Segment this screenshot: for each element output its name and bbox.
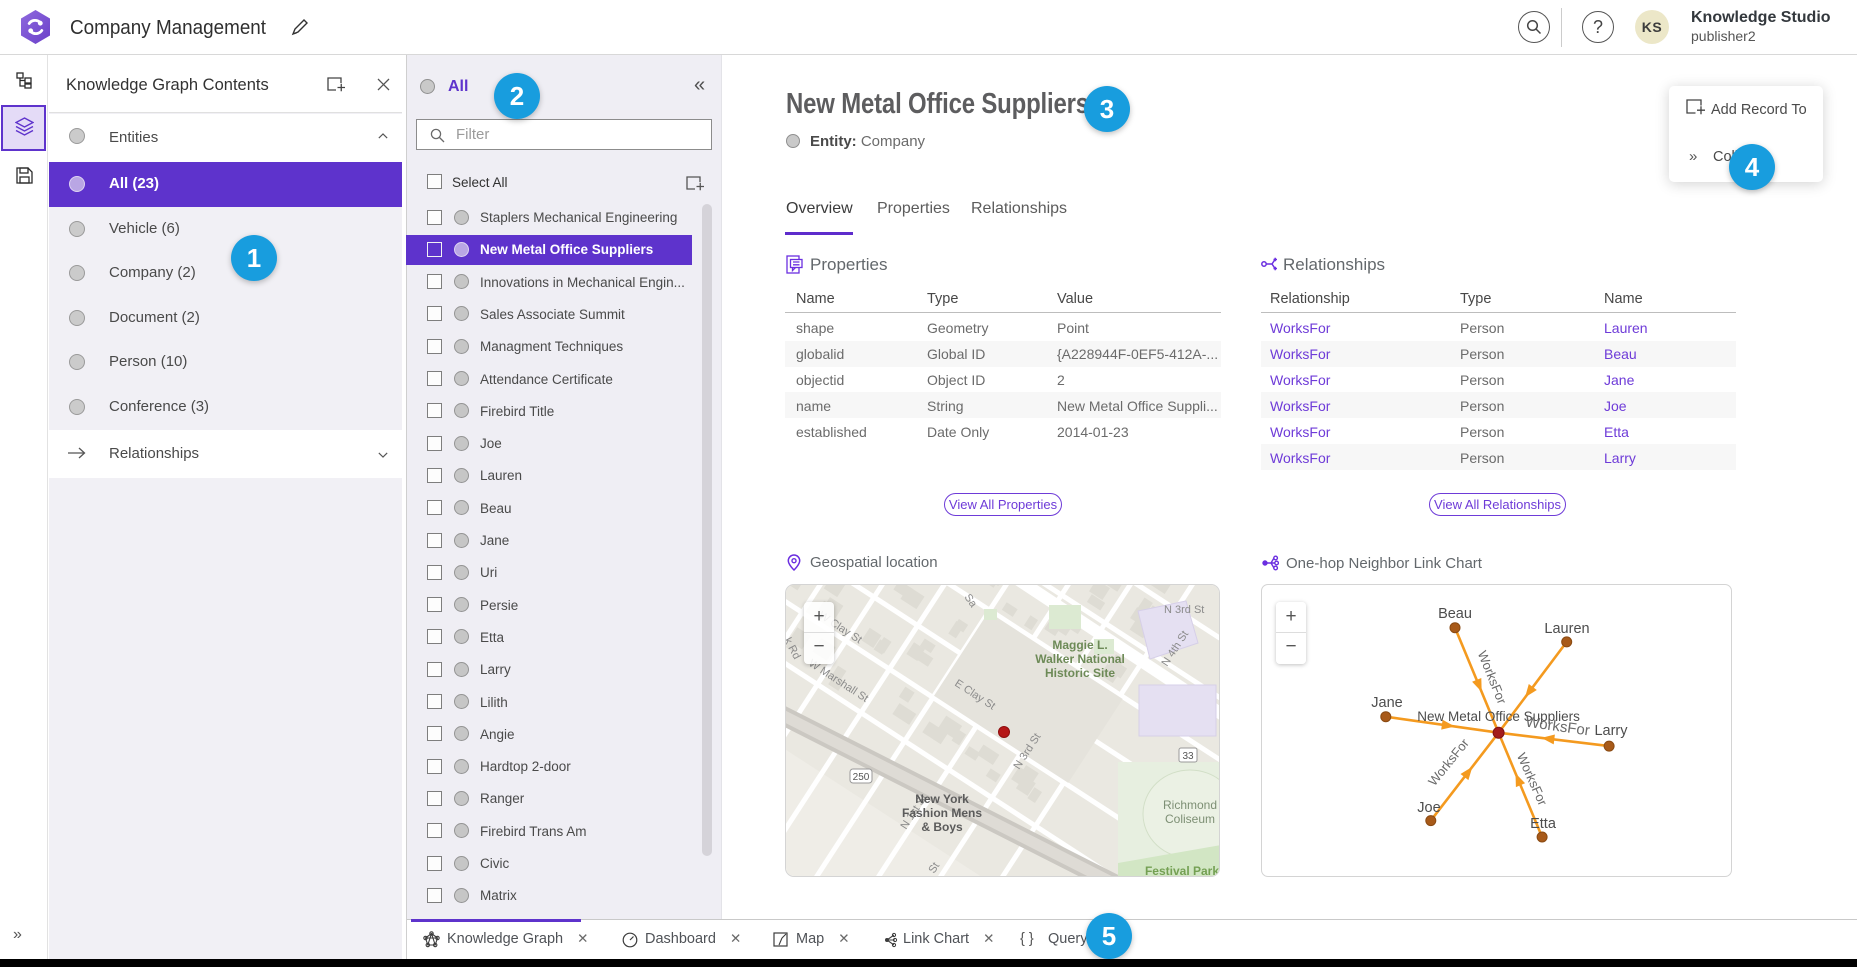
svg-text:WorksFor: WorksFor — [1425, 735, 1472, 789]
svg-text:Festival Park: Festival Park — [1145, 864, 1219, 877]
svg-text:WorksFor: WorksFor — [1475, 648, 1510, 706]
svg-text:N 3rd St: N 3rd St — [1164, 604, 1204, 616]
svg-text:Fashion Mens: Fashion Mens — [902, 806, 982, 820]
svg-text:Beau: Beau — [1438, 606, 1472, 622]
svg-text:New York: New York — [915, 792, 969, 806]
svg-text:33: 33 — [1182, 751, 1194, 762]
svg-text:& Boys: & Boys — [921, 820, 963, 834]
svg-text:Richmond: Richmond — [1163, 798, 1217, 812]
svg-text:Coliseum: Coliseum — [1165, 812, 1215, 826]
svg-text:Joe: Joe — [1417, 800, 1440, 816]
svg-text:Maggie L.: Maggie L. — [1052, 638, 1107, 652]
svg-text:Historic Site: Historic Site — [1045, 666, 1115, 680]
svg-text:250: 250 — [853, 772, 870, 783]
svg-text:Etta: Etta — [1530, 816, 1557, 832]
svg-text:WorksFor: WorksFor — [1524, 714, 1590, 740]
svg-text:Jane: Jane — [1371, 695, 1402, 711]
svg-text:Walker National: Walker National — [1035, 652, 1125, 666]
svg-text:Larry: Larry — [1594, 723, 1628, 739]
svg-text:Lauren: Lauren — [1544, 621, 1589, 637]
